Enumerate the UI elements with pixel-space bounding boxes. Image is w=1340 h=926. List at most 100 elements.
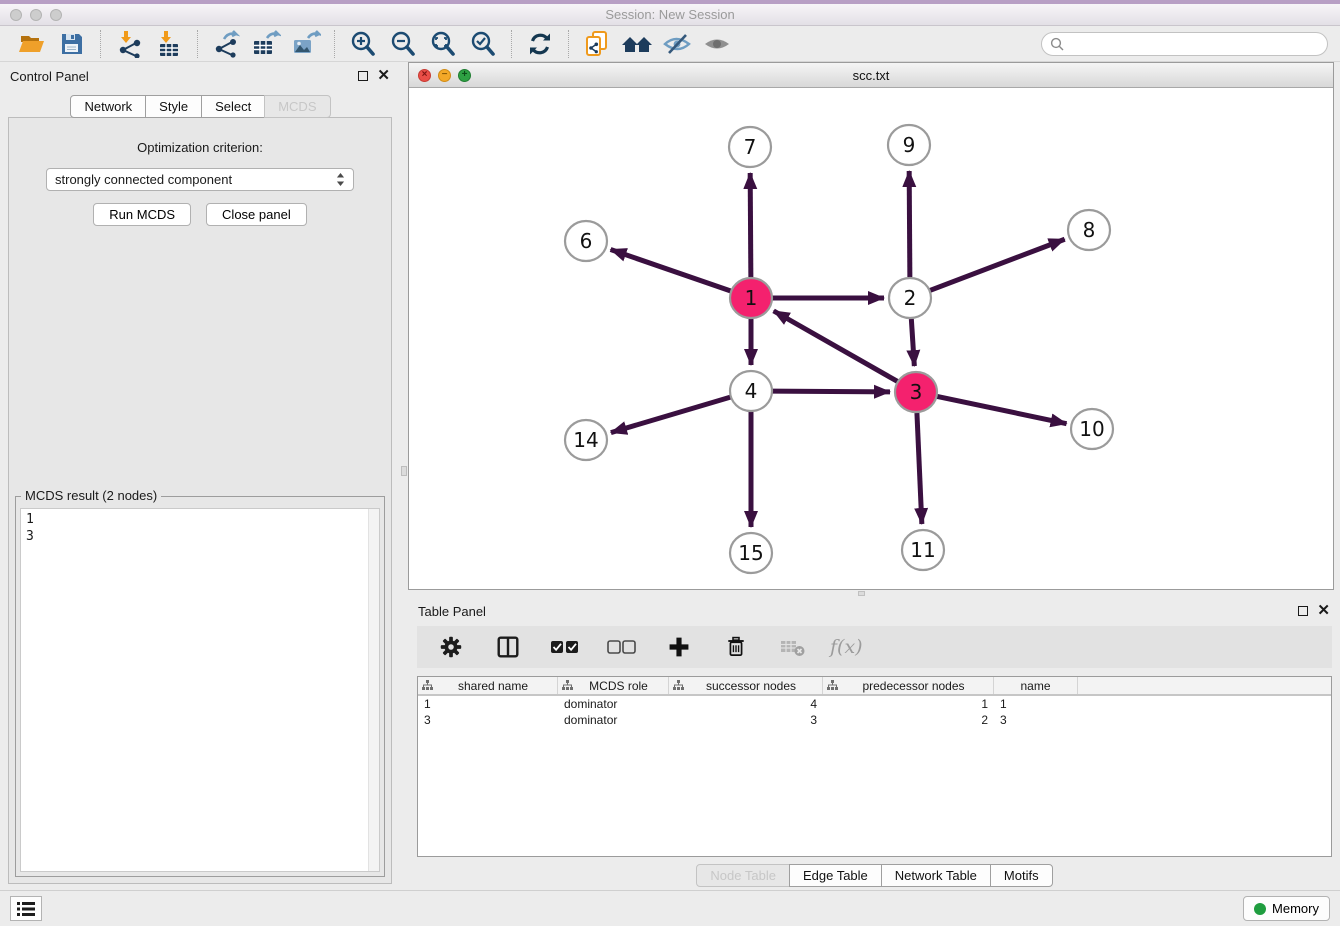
tab-node-table[interactable]: Node Table	[696, 864, 790, 887]
float-table-panel-icon[interactable]	[1298, 606, 1308, 616]
list-icon	[17, 901, 35, 917]
import-table-icon	[155, 30, 183, 58]
column-header-mcds-role[interactable]: MCDS role	[558, 677, 669, 694]
horizontal-split-handle[interactable]	[858, 591, 865, 596]
refresh-button[interactable]	[523, 29, 557, 59]
import-network-icon	[115, 30, 143, 58]
run-mcds-button[interactable]: Run MCDS	[93, 203, 191, 226]
zoom-in-button[interactable]	[346, 29, 380, 59]
deselect-all-columns-button[interactable]	[605, 632, 639, 662]
tab-select[interactable]: Select	[201, 95, 265, 118]
close-panel-icon[interactable]: ✕	[377, 71, 390, 81]
graph-edge-3-11[interactable]	[917, 413, 922, 524]
cell-name[interactable]: 1	[994, 697, 1078, 711]
column-header-successor-nodes[interactable]: successor nodes	[669, 677, 823, 694]
search-input[interactable]	[1070, 36, 1319, 51]
export-table-button[interactable]	[249, 29, 283, 59]
show-all-button[interactable]	[700, 29, 734, 59]
cell-mcds-role[interactable]: dominator	[558, 697, 669, 711]
close-panel-button[interactable]: Close panel	[206, 203, 307, 226]
column-header-predecessor-nodes[interactable]: predecessor nodes	[823, 677, 994, 694]
tab-mcds[interactable]: MCDS	[264, 95, 330, 118]
table-row[interactable]: 3 dominator 3 2 3	[418, 712, 1331, 728]
graph-edge-2-9[interactable]	[909, 171, 910, 277]
cell-name[interactable]: 3	[994, 713, 1078, 727]
cell-predecessor-nodes[interactable]: 1	[823, 697, 994, 711]
mcds-result-text[interactable]: 1 3	[20, 508, 380, 872]
table-settings-button[interactable]	[434, 632, 468, 662]
network-canvas[interactable]: 1234678910111415	[409, 88, 1333, 589]
graph-node-label-8: 8	[1083, 218, 1096, 242]
graph-edge-2-3[interactable]	[911, 319, 914, 366]
search-field[interactable]	[1041, 32, 1328, 56]
table-row[interactable]: 1 dominator 4 1 1	[418, 696, 1331, 712]
tab-network[interactable]: Network	[70, 95, 146, 118]
node-table[interactable]: shared name MCDS role successor nodes pr…	[417, 676, 1332, 857]
optimization-criterion-label: Optimization criterion:	[9, 140, 391, 155]
mcds-result-title: MCDS result (2 nodes)	[21, 488, 161, 503]
tab-network-table[interactable]: Network Table	[881, 864, 991, 887]
toolbar-separator	[100, 30, 101, 58]
column-header-name[interactable]: name	[994, 677, 1078, 694]
function-builder-disabled: f(x)	[830, 636, 863, 658]
float-panel-icon[interactable]	[358, 71, 368, 81]
import-table-button[interactable]	[152, 29, 186, 59]
export-image-button[interactable]	[289, 29, 323, 59]
open-session-button[interactable]	[15, 29, 49, 59]
unchecked-boxes-icon	[607, 638, 637, 656]
add-column-button[interactable]	[662, 632, 696, 662]
result-scrollbar[interactable]	[368, 509, 379, 871]
graph-edge-3-10[interactable]	[937, 396, 1067, 423]
export-table-icon	[251, 30, 281, 58]
zoom-selected-button[interactable]	[466, 29, 500, 59]
trash-icon	[724, 634, 748, 660]
save-session-button[interactable]	[55, 29, 89, 59]
cell-successor-nodes[interactable]: 3	[669, 713, 823, 727]
criterion-dropdown[interactable]: strongly connected component	[46, 168, 354, 191]
cell-successor-nodes[interactable]: 4	[669, 697, 823, 711]
graph-edge-3-1[interactable]	[774, 311, 898, 382]
vertical-split-handle[interactable]	[401, 466, 407, 476]
graph-edge-4-14[interactable]	[611, 397, 731, 433]
zoom-out-button[interactable]	[386, 29, 420, 59]
cell-shared-name[interactable]: 3	[418, 713, 558, 727]
graph-edge-2-8[interactable]	[930, 239, 1065, 290]
zoom-out-icon	[389, 30, 417, 58]
split-columns-icon	[495, 634, 521, 660]
zoom-fit-icon	[429, 30, 457, 58]
first-neighbors-button[interactable]	[620, 29, 654, 59]
network-window-titlebar[interactable]: × − + scc.txt	[409, 63, 1333, 88]
toolbar-separator	[568, 30, 569, 58]
open-folder-icon	[18, 31, 46, 57]
hide-selected-button[interactable]	[660, 29, 694, 59]
hierarchy-icon	[562, 680, 573, 691]
close-table-panel-icon[interactable]: ✕	[1317, 606, 1330, 616]
tab-edge-table[interactable]: Edge Table	[789, 864, 882, 887]
network-window-title: scc.txt	[409, 68, 1333, 83]
memory-button[interactable]: Memory	[1243, 896, 1330, 921]
graph-node-label-4: 4	[745, 379, 758, 403]
zoom-selected-icon	[469, 30, 497, 58]
table-tabs: Node Table Edge Table Network Table Moti…	[408, 864, 1340, 887]
tab-motifs[interactable]: Motifs	[990, 864, 1053, 887]
toolbar-separator	[511, 30, 512, 58]
delete-column-button[interactable]	[719, 632, 753, 662]
tab-style[interactable]: Style	[145, 95, 202, 118]
select-all-columns-button[interactable]	[548, 632, 582, 662]
column-layout-button[interactable]	[491, 632, 525, 662]
graph-node-label-1: 1	[745, 286, 758, 310]
graph-edge-1-7[interactable]	[750, 173, 751, 277]
graph-edge-4-3[interactable]	[772, 391, 890, 392]
zoom-fit-button[interactable]	[426, 29, 460, 59]
cell-predecessor-nodes[interactable]: 2	[823, 713, 994, 727]
graph-edge-1-6[interactable]	[611, 249, 732, 291]
export-network-button[interactable]	[209, 29, 243, 59]
delete-table-icon	[779, 635, 807, 659]
column-header-shared-name[interactable]: shared name	[418, 677, 558, 694]
task-history-button[interactable]	[10, 896, 42, 921]
import-network-button[interactable]	[112, 29, 146, 59]
cell-shared-name[interactable]: 1	[418, 697, 558, 711]
cell-mcds-role[interactable]: dominator	[558, 713, 669, 727]
clone-network-button[interactable]	[580, 29, 614, 59]
save-floppy-icon	[59, 31, 85, 57]
